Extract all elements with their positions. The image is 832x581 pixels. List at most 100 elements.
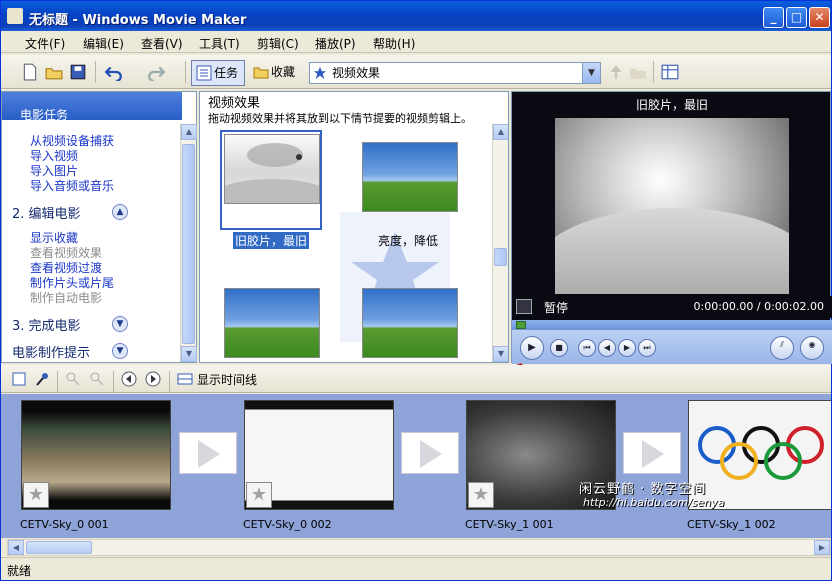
toolbar-separator <box>113 371 114 393</box>
up-level-icon[interactable] <box>607 63 625 81</box>
rewind-storyboard-icon[interactable] <box>121 371 137 387</box>
old-film-preview-icon <box>225 143 319 203</box>
collections-label: 收藏 <box>271 65 296 79</box>
scroll-thumb[interactable] <box>494 248 507 266</box>
zoom-out-icon[interactable] <box>89 371 105 387</box>
preview-screen <box>555 118 789 294</box>
menu-tools[interactable]: 工具(T) <box>199 35 240 52</box>
effect-thumbnail[interactable] <box>224 288 320 358</box>
menu-clip[interactable]: 剪辑(C) <box>257 35 299 52</box>
scroll-thumb[interactable] <box>182 144 195 344</box>
chevron-down-icon[interactable]: ▼ <box>582 63 600 83</box>
status-text: 就绪 <box>7 564 32 578</box>
menu-edit[interactable]: 编辑(E) <box>83 35 124 52</box>
collection-dropdown[interactable]: 视频效果 ▼ <box>309 62 601 84</box>
scroll-right-icon[interactable]: ▶ <box>814 540 830 555</box>
effect-thumbnail-old-film[interactable] <box>224 134 320 204</box>
views-icon[interactable] <box>661 63 679 81</box>
forward-icon[interactable]: ▶ <box>618 339 636 357</box>
storyboard-clip[interactable] <box>688 400 831 510</box>
app-icon <box>7 8 23 24</box>
video-effect-star-icon <box>313 66 327 80</box>
new-folder-icon[interactable] <box>629 63 647 81</box>
transition-slot[interactable] <box>179 432 237 474</box>
window-title: 无标题 - Windows Movie Maker <box>29 13 247 28</box>
maximize-button[interactable]: □ <box>786 7 807 28</box>
storyboard: ★ CETV-Sky_0 001 ★ CETV-Sky_0 002 ★ CETV… <box>1 394 831 538</box>
menu-help[interactable]: 帮助(H) <box>373 35 415 52</box>
effect-thumbnail-brightness[interactable] <box>362 142 458 212</box>
title-bar[interactable]: 无标题 - Windows Movie Maker _ □ ✕ <box>1 1 831 31</box>
timeline-view-icon[interactable] <box>11 371 27 387</box>
show-timeline-button[interactable]: 显示时间线 <box>197 371 257 388</box>
menu-view[interactable]: 查看(V) <box>141 35 183 52</box>
monitor-status-bar: 暂停 0:00:00.00 / 0:00:02.00 <box>512 296 832 318</box>
transition-slot[interactable] <box>623 432 681 474</box>
video-effect-star-icon[interactable]: ★ <box>468 482 494 508</box>
new-project-icon[interactable] <box>21 63 39 81</box>
undo-icon[interactable] <box>105 63 123 81</box>
play-storyboard-icon[interactable] <box>145 371 161 387</box>
previous-frame-icon[interactable]: ⏮ <box>578 339 596 357</box>
clip-name: CETV-Sky_0 001 <box>20 518 109 531</box>
task-pane-scrollbar[interactable]: ▲ ▼ <box>180 124 197 362</box>
effect-thumbnail[interactable] <box>362 288 458 358</box>
storyboard-clip[interactable]: ★ <box>244 400 394 510</box>
folder-icon <box>253 67 269 79</box>
effects-description: 拖动视频效果并将其放到以下情节提要的视频剪辑上。 <box>208 112 472 125</box>
scroll-down-icon[interactable]: ▼ <box>493 346 508 362</box>
next-frame-icon[interactable]: ⏭ <box>638 339 656 357</box>
toolbar-separator <box>57 371 58 393</box>
video-effect-star-icon[interactable]: ★ <box>246 482 272 508</box>
task-link-import-audio[interactable]: 导入音频或音乐 <box>30 177 114 194</box>
collection-dropdown-value: 视频效果 <box>332 66 381 80</box>
play-icon[interactable]: ▶ <box>520 336 544 360</box>
seek-bar[interactable] <box>512 320 832 330</box>
save-project-icon[interactable] <box>69 63 87 81</box>
open-project-icon[interactable] <box>45 63 63 81</box>
show-timeline-icon[interactable] <box>177 371 193 387</box>
collections-button[interactable]: 收藏 <box>249 60 301 86</box>
tasks-button[interactable]: 任务 <box>191 60 245 86</box>
storyboard-horizontal-scrollbar[interactable]: ◀ ▶ <box>7 539 831 556</box>
scroll-down-icon[interactable]: ▼ <box>181 346 197 362</box>
effect-label-brightness[interactable]: 亮度，降低 <box>378 232 438 249</box>
expand-icon[interactable]: ▼ <box>112 343 128 359</box>
transition-slot[interactable] <box>401 432 459 474</box>
scroll-up-icon[interactable]: ▲ <box>181 124 197 140</box>
menu-play[interactable]: 播放(P) <box>315 35 356 52</box>
toolbar-separator <box>185 61 186 83</box>
redo-icon[interactable] <box>147 63 165 81</box>
section-finish-movie[interactable]: 3. 完成电影 <box>12 315 81 334</box>
fullscreen-icon[interactable] <box>516 299 532 314</box>
take-picture-icon[interactable]: ◉ <box>800 336 824 360</box>
olympic-rings-icon <box>698 426 824 480</box>
video-effect-star-icon[interactable]: ★ <box>23 482 49 508</box>
clip-thumbnail <box>688 400 831 510</box>
tasks-label: 任务 <box>214 66 239 80</box>
rewind-icon[interactable]: ◀ <box>598 339 616 357</box>
scroll-left-icon[interactable]: ◀ <box>8 540 24 555</box>
expand-icon[interactable]: ▼ <box>112 316 128 332</box>
clip-name: CETV-Sky_0 002 <box>243 518 332 531</box>
zoom-in-icon[interactable] <box>65 371 81 387</box>
minimize-button[interactable]: _ <box>763 7 784 28</box>
section-edit-movie[interactable]: 2. 编辑电影 <box>12 203 81 222</box>
playback-time: 0:00:00.00 / 0:00:02.00 <box>693 300 825 313</box>
section-movie-tips[interactable]: 电影制作提示 <box>12 342 90 361</box>
scroll-thumb[interactable] <box>26 541 92 554</box>
storyboard-clip[interactable]: ★ <box>21 400 171 510</box>
stop-icon[interactable]: ■ <box>550 339 568 357</box>
split-clip-icon[interactable]: ⫽ <box>770 336 794 360</box>
collapse-icon[interactable]: ▲ <box>112 204 128 220</box>
effects-scrollbar[interactable]: ▲ ▼ <box>492 124 508 362</box>
scroll-up-icon[interactable]: ▲ <box>493 124 508 140</box>
narrate-microphone-icon[interactable] <box>35 371 51 387</box>
effects-pane: 视频效果 拖动视频效果并将其放到以下情节提要的视频剪辑上。 旧胶片，最旧 亮度，… <box>199 91 509 363</box>
seek-thumb[interactable] <box>516 321 526 329</box>
toolbar-separator <box>653 61 654 83</box>
close-icon[interactable]: ✕ <box>182 106 192 120</box>
close-button[interactable]: ✕ <box>809 7 830 28</box>
menu-file[interactable]: 文件(F) <box>25 35 65 52</box>
effect-label-old-film[interactable]: 旧胶片，最旧 <box>233 232 310 249</box>
